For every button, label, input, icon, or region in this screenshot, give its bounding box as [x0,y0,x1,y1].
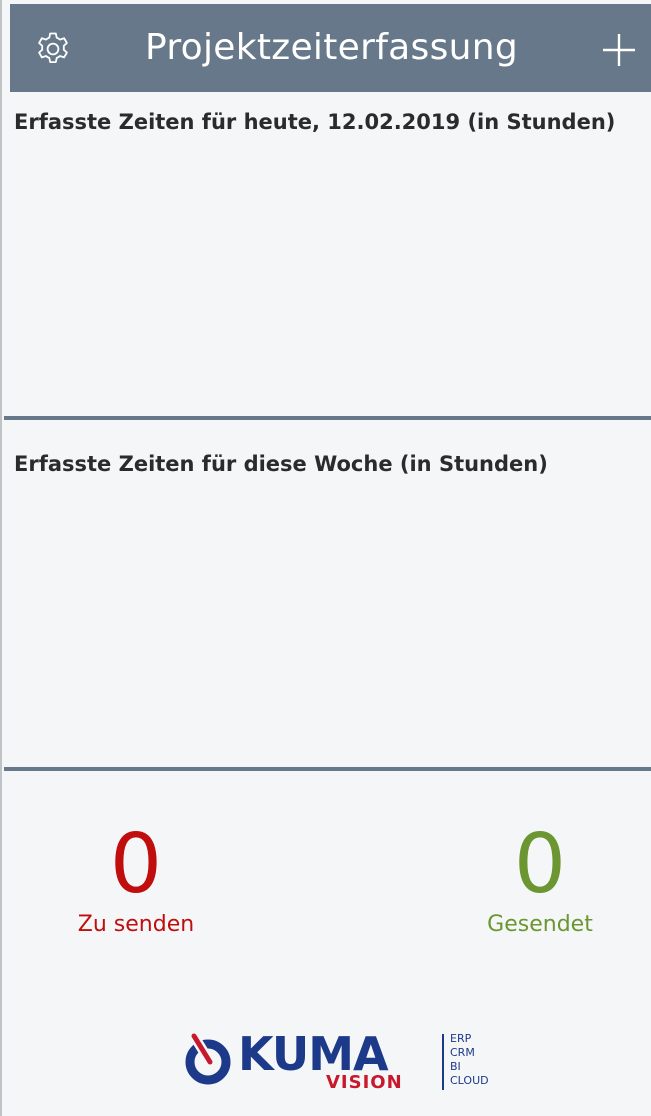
sent-count: 0 [513,817,567,912]
logo-tag: ERP [450,1032,472,1045]
today-times-heading: Erfasste Zeiten für heute, 12.02.2019 (i… [14,110,616,134]
pending-counter[interactable]: 0 Zu senden [26,820,246,940]
logo-separator [442,1034,444,1090]
pending-count: 0 [109,817,163,912]
plus-icon [603,34,635,66]
logo-tag-list: ERP CRM BI CLOUD [450,1032,489,1088]
section-divider [4,767,651,771]
app-title: Projektzeiterfassung [144,27,519,68]
week-times-heading: Erfasste Zeiten für diese Woche (in Stun… [14,452,548,476]
pending-label: Zu senden [77,912,195,937]
logo-tag: CRM [450,1046,475,1059]
week-times-section: Erfasste Zeiten für diese Woche (in Stun… [4,420,651,766]
sent-label: Gesendet [487,912,593,937]
app-screen: Projektzeiterfassung Erfasste Zeiten für… [0,0,651,1116]
logo-tag: CLOUD [450,1074,489,1087]
app-header: Projektzeiterfassung [10,4,651,92]
kuma-vision-logo: KUMA VISION ERP CRM BI CLOUD [180,1028,510,1098]
logo-mark-icon [185,1033,231,1085]
add-entry-button[interactable] [600,31,638,69]
today-times-section: Erfasste Zeiten für heute, 12.02.2019 (i… [4,92,651,416]
logo-subtitle: VISION [326,1072,403,1093]
sent-counter[interactable]: 0 Gesendet [430,820,650,940]
logo-tag: BI [450,1060,461,1073]
